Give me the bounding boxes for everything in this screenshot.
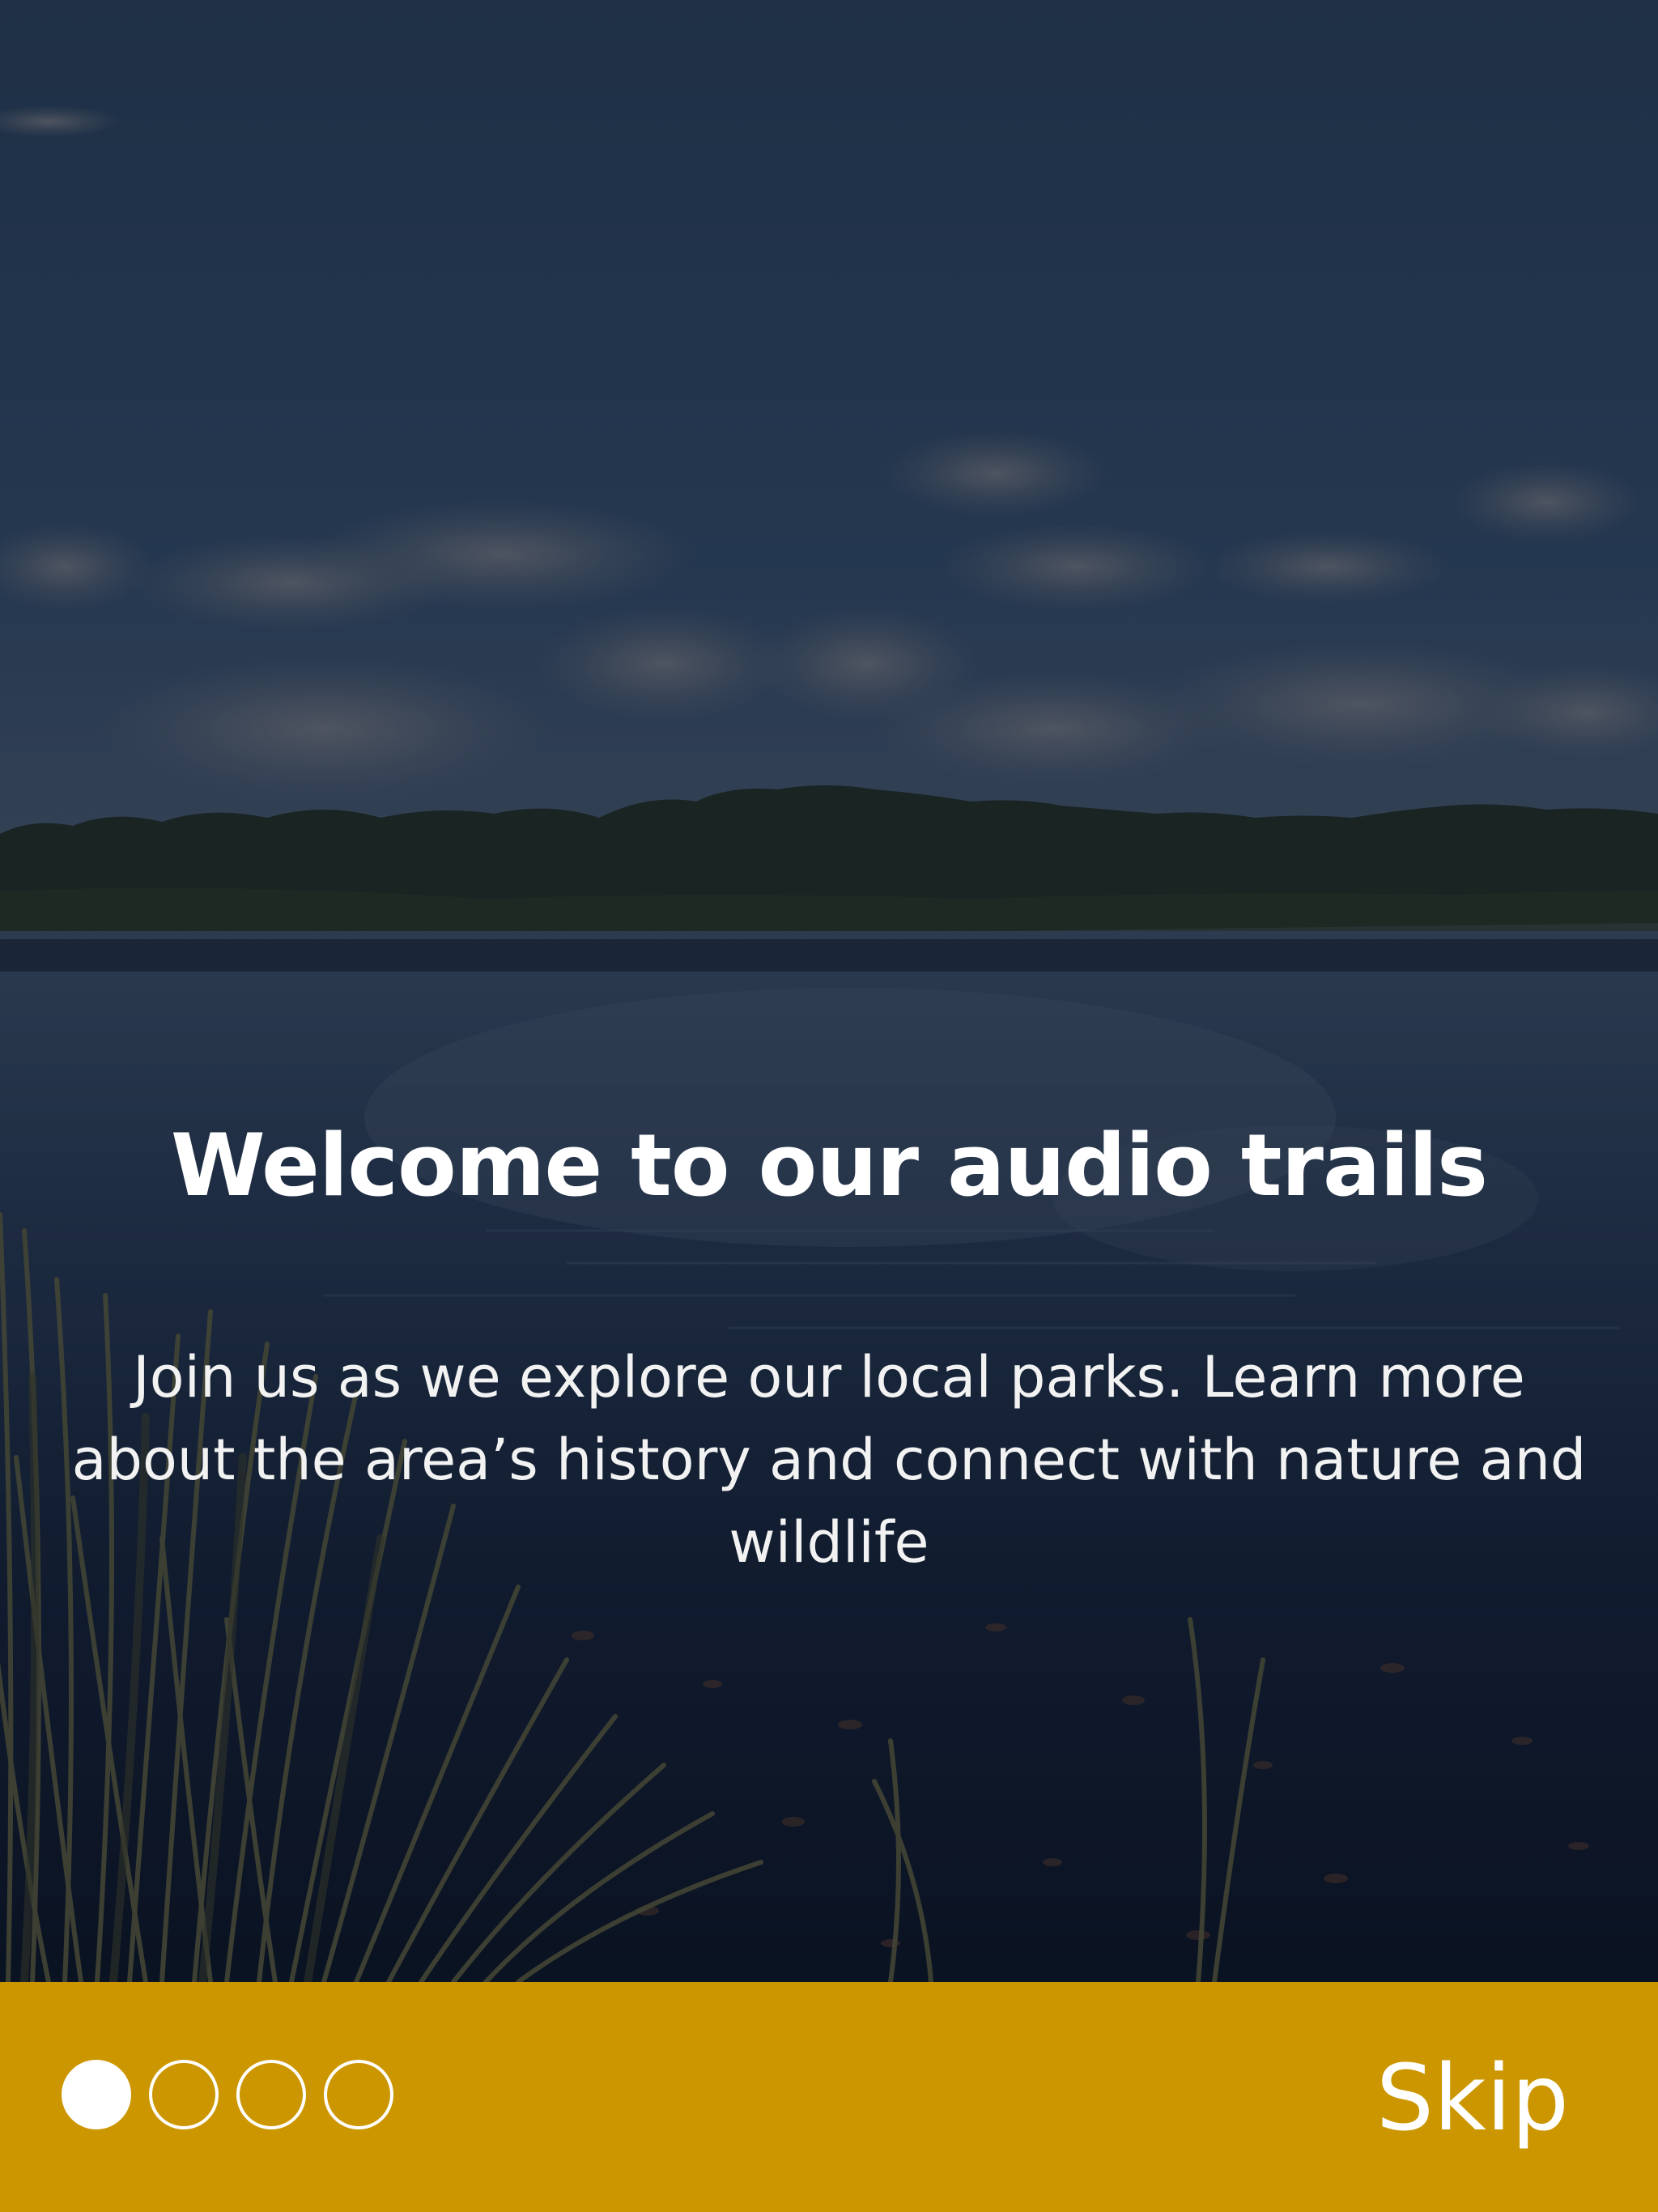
skip-button[interactable]: Skip [1376,2047,1569,2150]
lake-landscape-illustration [0,0,1658,1982]
page-indicator [62,2060,393,2134]
page-dot-3[interactable] [236,2060,306,2129]
page-dot-1[interactable] [62,2060,131,2129]
background-image [0,0,1658,1982]
page-title: Welcome to our audio trails [170,1116,1488,1215]
page-dot-2[interactable] [149,2060,219,2129]
onboarding-screen: Welcome to our audio trails Join us as w… [0,0,1658,2212]
page-dot-4[interactable] [324,2060,393,2129]
intro-description: Join us as we explore our local parks. L… [71,1344,1587,1576]
